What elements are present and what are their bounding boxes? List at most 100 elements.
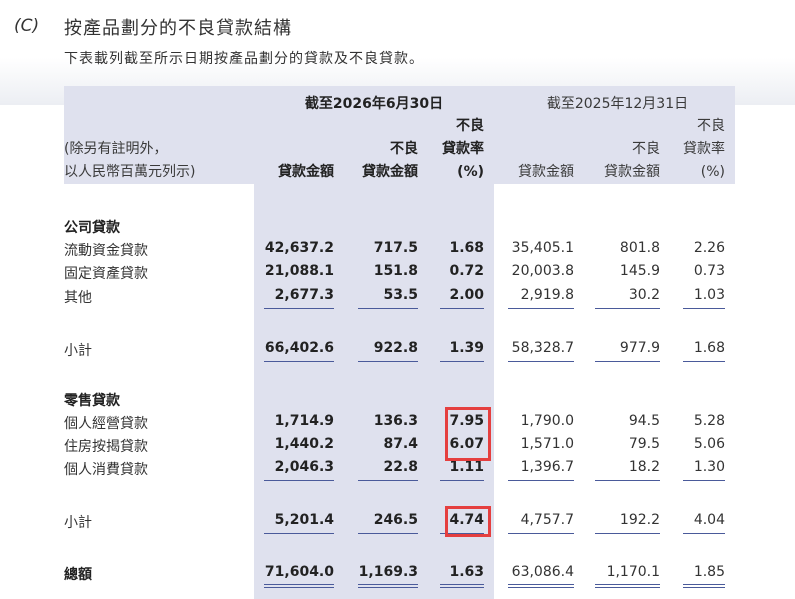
underline [595, 361, 660, 362]
double-underline [440, 587, 484, 588]
underline [508, 584, 574, 585]
subtotal-label: 小計 [64, 515, 92, 531]
cell-loan-current: 42,637.2 [264, 240, 334, 256]
col-ratio-current-line1: 不良 [456, 118, 484, 134]
total-label: 總額 [64, 567, 92, 583]
cell-npl-prior: 801.8 [619, 240, 660, 256]
cell-loan-current: 21,088.1 [264, 263, 334, 279]
underline [264, 361, 334, 362]
subtotal-label: 小計 [64, 343, 92, 359]
cell-loan-current: 5,201.4 [274, 512, 334, 528]
section-intro: 下表載列截至所示日期按產品劃分的貸款及不良貸款。 [64, 51, 424, 67]
underline [595, 480, 660, 481]
col-npl-current-line1: 不良 [390, 141, 418, 157]
section-label: (C) [14, 16, 40, 36]
underline [358, 533, 418, 534]
cell-npl-prior: 977.9 [619, 340, 660, 356]
cell-npl-prior: 145.9 [619, 263, 660, 279]
underline [440, 361, 484, 362]
period-current-header: 截至2026年6月30日 [304, 96, 444, 112]
row-label: 個人經營貸款 [64, 416, 148, 432]
cell-npl-current: 151.8 [373, 263, 418, 279]
underline [264, 533, 334, 534]
underline [683, 308, 725, 309]
col-ratio-current-line3: (%) [457, 164, 484, 180]
col-npl-current-line2: 貸款金額 [362, 164, 418, 180]
cell-npl-prior: 192.2 [619, 512, 660, 528]
cell-ratio-prior: 5.06 [693, 436, 725, 452]
cell-loan-prior: 1,571.0 [520, 436, 574, 452]
cell-npl-prior: 79.5 [628, 436, 660, 452]
retail-loans-heading: 零售貸款 [64, 393, 120, 409]
row-label: 個人消費貸款 [64, 462, 148, 478]
col-ratio-prior-line1: 不良 [697, 118, 725, 134]
cell-loan-prior: 63,086.4 [511, 564, 574, 580]
cell-loan-current: 66,402.6 [264, 340, 334, 356]
cell-loan-prior: 58,328.7 [511, 340, 574, 356]
row-label: 流動資金貸款 [64, 243, 148, 259]
cell-ratio-current: 1.11 [449, 459, 484, 475]
underline [264, 308, 334, 309]
col-ratio-current-line2: 貸款率 [442, 141, 484, 157]
cell-ratio-current: 1.63 [449, 564, 484, 580]
units-note-line2: 以人民幣百萬元列示) [64, 164, 196, 180]
underline [358, 308, 418, 309]
cell-ratio-prior: 1.68 [693, 340, 725, 356]
cell-loan-current: 1,440.2 [274, 436, 334, 452]
col-loan-amount-current: 貸款金額 [278, 164, 334, 180]
cell-loan-current: 2,677.3 [274, 287, 334, 303]
underline [358, 480, 418, 481]
underline [508, 480, 574, 481]
underline [595, 308, 660, 309]
corporate-loans-heading: 公司貸款 [64, 220, 120, 236]
cell-npl-current: 1,169.3 [358, 564, 418, 580]
cell-loan-current: 71,604.0 [264, 564, 334, 580]
underline [683, 584, 725, 585]
cell-npl-current: 87.4 [383, 436, 418, 452]
underline [683, 533, 725, 534]
cell-ratio-prior: 1.30 [693, 459, 725, 475]
cell-npl-prior: 18.2 [628, 459, 660, 475]
cell-ratio-current: 1.39 [449, 340, 484, 356]
cell-npl-current: 922.8 [373, 340, 418, 356]
col-ratio-prior-line2: 貸款率 [683, 141, 725, 157]
col-loan-amount-prior: 貸款金額 [518, 164, 574, 180]
cell-npl-prior: 30.2 [628, 287, 660, 303]
section-title: 按產品劃分的不良貸款結構 [64, 18, 292, 39]
cell-ratio-prior: 2.26 [693, 240, 725, 256]
row-label: 住房按揭貸款 [64, 439, 148, 455]
cell-npl-current: 246.5 [373, 512, 418, 528]
highlight-box-retail-ratios [445, 407, 491, 461]
underline [683, 361, 725, 362]
cell-ratio-prior: 0.73 [693, 263, 725, 279]
cell-ratio-prior: 1.85 [693, 564, 725, 580]
cell-ratio-current: 1.68 [449, 240, 484, 256]
underline [358, 584, 418, 585]
cell-npl-current: 136.3 [373, 413, 418, 429]
cell-ratio-prior: 5.28 [693, 413, 725, 429]
underline [264, 480, 334, 481]
cell-loan-current: 1,714.9 [274, 413, 334, 429]
cell-loan-prior: 1,396.7 [520, 459, 574, 475]
period-prior-header: 截至2025年12月31日 [546, 96, 689, 112]
underline [508, 533, 574, 534]
highlight-box-retail-subtotal-ratio [445, 506, 491, 537]
cell-loan-prior: 2,919.8 [520, 287, 574, 303]
cell-ratio-prior: 4.04 [693, 512, 725, 528]
double-underline [508, 587, 574, 588]
col-npl-prior-line1: 不良 [632, 141, 660, 157]
cell-ratio-prior: 1.03 [693, 287, 725, 303]
cell-ratio-current: 0.72 [449, 263, 484, 279]
col-ratio-prior-line3: (%) [700, 164, 725, 180]
double-underline [264, 587, 334, 588]
cell-loan-prior: 4,757.7 [520, 512, 574, 528]
underline [358, 361, 418, 362]
cell-loan-prior: 1,790.0 [520, 413, 574, 429]
cell-npl-prior: 1,170.1 [606, 564, 660, 580]
cell-loan-prior: 35,405.1 [511, 240, 574, 256]
double-underline [358, 587, 418, 588]
underline [508, 361, 574, 362]
cell-ratio-current: 2.00 [449, 287, 484, 303]
cell-npl-prior: 94.5 [628, 413, 660, 429]
row-label: 其他 [64, 290, 92, 306]
